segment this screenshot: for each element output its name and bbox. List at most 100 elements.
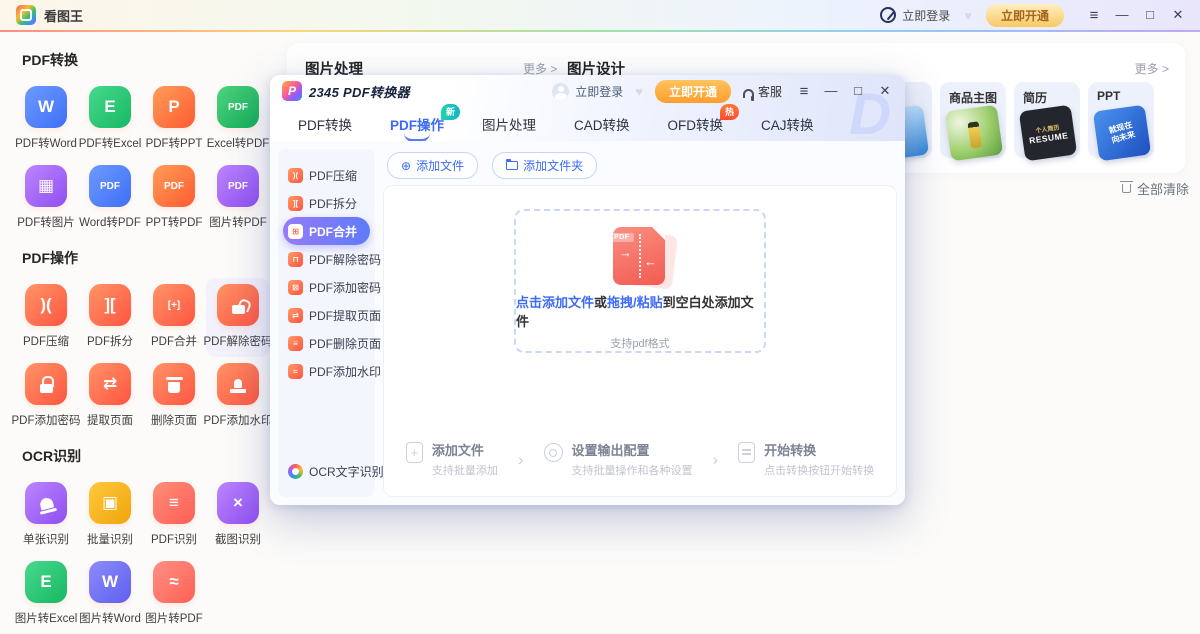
app-minimize-icon[interactable]: — bbox=[1114, 7, 1130, 24]
tool-label: PDF添加水印 bbox=[204, 412, 273, 428]
tool-pdf-to-image[interactable]: ▦PDF转图片 bbox=[14, 159, 78, 238]
extract-pages-icon: ⇄ bbox=[89, 363, 131, 405]
design-card-product[interactable]: 商品主图 bbox=[940, 82, 1006, 158]
glyph-text: W bbox=[38, 97, 54, 117]
tool-split[interactable]: ][PDF拆分 bbox=[78, 278, 142, 357]
unlock-icon bbox=[217, 284, 259, 326]
tool-delete-pages[interactable]: 删除页面 bbox=[142, 357, 206, 436]
app-titlebar: 看图王 立即登录 ♥ 立即开通 ≡—□✕ bbox=[0, 0, 1200, 30]
tool-label: 图片转Word bbox=[79, 610, 141, 626]
tool-pdf-to-word[interactable]: WPDF转Word bbox=[14, 80, 78, 159]
tool-compress[interactable]: )(PDF压缩 bbox=[14, 278, 78, 357]
tab-图片处理[interactable]: 图片处理 bbox=[482, 114, 536, 134]
card-label: PPT bbox=[1097, 89, 1120, 103]
section-header: PDF操作 bbox=[14, 238, 276, 278]
dialog-close-icon[interactable]: ✕ bbox=[877, 83, 893, 100]
tool-batch-ocr[interactable]: ▣批量识别 bbox=[78, 476, 142, 555]
app-close-icon[interactable]: ✕ bbox=[1170, 7, 1186, 24]
tool-pdf-to-ppt[interactable]: PPDF转PPT bbox=[142, 80, 206, 159]
tool-watermark[interactable]: PDF添加水印 bbox=[206, 357, 270, 436]
sidebar-item-delete-pages[interactable]: ≡PDF删除页面 bbox=[278, 329, 375, 357]
sidebar-item-label: PDF添加水印 bbox=[309, 363, 381, 380]
tool-word-to-pdf[interactable]: PDFWord转PDF bbox=[78, 159, 142, 238]
tool-image-to-pdf-2[interactable]: ≈ 图片转PDF bbox=[142, 555, 206, 634]
rainbow-accent-line bbox=[0, 30, 1200, 32]
glyph-text: ▦ bbox=[38, 176, 54, 196]
tool-pdf-ocr[interactable]: ≡PDF识别 bbox=[142, 476, 206, 555]
sidebar-item-label: PDF添加密码 bbox=[309, 279, 381, 296]
sidebar-item-compress[interactable]: )(PDF压缩 bbox=[278, 161, 375, 189]
tab-badge: 新 bbox=[441, 104, 460, 120]
glyph-text: W bbox=[102, 572, 118, 592]
sidebar-item-unlock[interactable]: ⊓PDF解除密码 bbox=[278, 245, 375, 273]
avatar[interactable] bbox=[880, 7, 896, 23]
compress-icon: )( bbox=[288, 168, 303, 183]
clear-all-button[interactable]: 全部清除 bbox=[1122, 179, 1189, 198]
sidebar-item-extract-pages[interactable]: ⇄PDF提取页面 bbox=[278, 301, 375, 329]
tab-PDF转换[interactable]: PDF转换 bbox=[298, 114, 352, 134]
steps-row: 添加文件支持批量添加›设置输出配置支持批量操作和各种设置›开始转换点击转换按钮开… bbox=[384, 440, 896, 478]
design-card-resume[interactable]: 简历个人简历RESUME bbox=[1014, 82, 1080, 158]
support-button[interactable]: 客服 bbox=[743, 83, 782, 100]
avatar[interactable] bbox=[552, 83, 569, 100]
sidebar-item-lock[interactable]: ⊠PDF添加密码 bbox=[278, 273, 375, 301]
tool-merge[interactable]: [+]PDF合并 bbox=[142, 278, 206, 357]
tool-extract-pages[interactable]: ⇄提取页面 bbox=[78, 357, 142, 436]
tool-ppt-to-pdf[interactable]: PDFPPT转PDF bbox=[142, 159, 206, 238]
sidebar-item-ocr[interactable]: OCR文字识别 bbox=[278, 457, 375, 485]
dialog-minimize-icon[interactable]: — bbox=[823, 83, 839, 100]
dialog-logo-icon: P bbox=[282, 81, 302, 101]
dialog-menu-icon[interactable]: ≡ bbox=[796, 83, 812, 100]
dialog-maximize-icon[interactable]: □ bbox=[850, 83, 866, 100]
tab-CAJ转换[interactable]: CAJ转换 bbox=[761, 114, 814, 134]
glyph-text: ≡ bbox=[169, 493, 179, 513]
activate-button[interactable]: 立即开通 bbox=[655, 80, 731, 103]
app-menu-icon[interactable]: ≡ bbox=[1086, 7, 1102, 24]
tool-image-to-pdf[interactable]: PDF图片转PDF bbox=[206, 159, 270, 238]
tab-label: PDF操作 bbox=[390, 118, 444, 133]
dialog-main: ⊕ 添加文件 添加文件夹 PDF → bbox=[383, 149, 897, 497]
tab-PDF操作[interactable]: PDF操作新 bbox=[390, 114, 444, 134]
sidebar-item-label: PDF提取页面 bbox=[309, 307, 381, 324]
add-folder-button[interactable]: 添加文件夹 bbox=[492, 152, 597, 179]
tool-excel-to-pdf[interactable]: PDFExcel转PDF bbox=[206, 80, 270, 159]
activate-button[interactable]: 立即开通 bbox=[986, 4, 1064, 27]
login-link[interactable]: 立即登录 bbox=[902, 7, 950, 24]
step-desc: 支持批量操作和各种设置 bbox=[572, 462, 693, 478]
file-area-card: PDF → ← 点击添加文件或拖拽/粘贴到空白处添加文件 支持pdf格式 添加文… bbox=[383, 185, 897, 497]
file-plus-icon bbox=[406, 442, 423, 463]
sidebar-item-merge[interactable]: ⊞PDF合并 bbox=[283, 217, 370, 245]
pdf-to-word-icon: W bbox=[25, 86, 67, 128]
tool-label: 单张识别 bbox=[23, 531, 69, 547]
glyph-text: ≈ bbox=[169, 572, 178, 592]
tab-OFD转换[interactable]: OFD转换热 bbox=[668, 114, 724, 134]
tool-image-to-excel[interactable]: E图片转Excel bbox=[14, 555, 78, 634]
add-file-button[interactable]: ⊕ 添加文件 bbox=[387, 152, 478, 179]
trash-glyph bbox=[168, 382, 180, 393]
tab-CAD转换[interactable]: CAD转换 bbox=[574, 114, 630, 134]
tool-label: PDF解除密码 bbox=[204, 333, 273, 349]
step-text: 设置输出配置支持批量操作和各种设置 bbox=[572, 440, 693, 478]
tool-lock[interactable]: PDF添加密码 bbox=[14, 357, 78, 436]
login-link[interactable]: 立即登录 bbox=[575, 83, 623, 100]
more-link-image-design[interactable]: 更多 > bbox=[1135, 60, 1169, 77]
tool-pdf-to-excel[interactable]: EPDF转Excel bbox=[78, 80, 142, 159]
tab-label: PDF转换 bbox=[298, 118, 352, 133]
glyph-text: ][ bbox=[104, 295, 115, 315]
tool-label: 图片转PDF bbox=[145, 610, 203, 626]
screenshot-ocr-icon: × bbox=[217, 482, 259, 524]
lock-icon: ⊠ bbox=[288, 280, 303, 295]
tool-screenshot-ocr[interactable]: ×截图识别 bbox=[206, 476, 270, 555]
heart-icon[interactable]: ♥ bbox=[635, 84, 643, 99]
tool-unlock[interactable]: PDF解除密码 bbox=[206, 278, 270, 357]
design-card-ppt[interactable]: PPT就现在 向未来 bbox=[1088, 82, 1154, 158]
sidebar-item-watermark[interactable]: ≈PDF添加水印 bbox=[278, 357, 375, 385]
file-dropzone[interactable]: PDF → ← 点击添加文件或拖拽/粘贴到空白处添加文件 支持pdf格式 bbox=[514, 209, 766, 353]
tool-image-to-word[interactable]: W 图片转Word bbox=[78, 555, 142, 634]
sidebar-item-split[interactable]: ][PDF拆分 bbox=[278, 189, 375, 217]
app-maximize-icon[interactable]: □ bbox=[1142, 7, 1158, 24]
heart-icon[interactable]: ♥ bbox=[964, 8, 972, 23]
glyph-text: P bbox=[168, 97, 179, 117]
chevron-right-icon: › bbox=[713, 450, 719, 470]
tool-single-ocr[interactable]: 单张识别 bbox=[14, 476, 78, 555]
